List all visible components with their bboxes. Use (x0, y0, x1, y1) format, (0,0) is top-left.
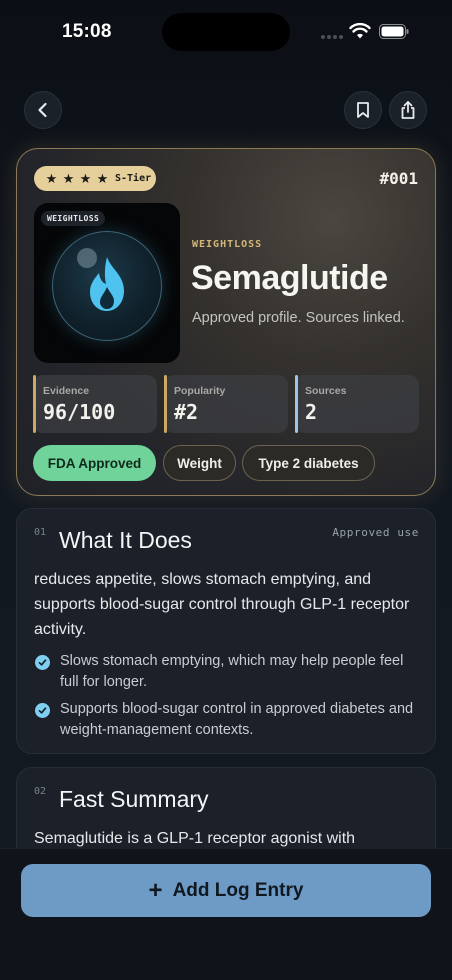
stat-value: #2 (174, 400, 199, 424)
section-title: Fast Summary (59, 786, 209, 812)
section-what-it-does: 01 What It Does Approved use reduces app… (16, 508, 436, 754)
stat-popularity: Popularity #2 (164, 375, 288, 433)
stat-value: 2 (305, 400, 318, 424)
tier-badge: ★ ★ ★ ★ S-Tier (34, 166, 156, 191)
check-icon (35, 655, 50, 670)
back-button[interactable] (24, 91, 62, 129)
flame-icon (90, 257, 124, 311)
bookmark-button[interactable] (344, 91, 382, 129)
section-tag: Approved use (332, 526, 419, 539)
share-icon (401, 101, 415, 119)
stat-label: Sources (305, 385, 347, 397)
list-item-text: Supports blood-sugar control in approved… (60, 701, 414, 738)
stat-label: Popularity (174, 385, 226, 397)
section-title: What It Does (59, 527, 192, 553)
stat-sources[interactable]: Sources 2 (295, 375, 419, 433)
weight-tag[interactable]: Weight (163, 445, 236, 481)
section-number: 02 (34, 786, 47, 797)
fda-approved-tag[interactable]: FDA Approved (33, 445, 156, 481)
type-2-diabetes-tag[interactable]: Type 2 diabetes (242, 445, 375, 481)
stat-accent-bar (295, 375, 298, 433)
list-item-text: Slows stomach emptying, which may help p… (60, 653, 404, 690)
stat-value: 96/100 (43, 400, 116, 424)
chevron-left-icon (38, 102, 47, 118)
drug-description: Approved profile. Sources linked. (192, 310, 405, 326)
status-time: 15:08 (62, 21, 112, 42)
drug-name: Semaglutide (191, 259, 388, 297)
section-body: reduces appetite, slows stomach emptying… (34, 571, 410, 638)
star-icon: ★ (96, 170, 109, 186)
star-icon: ★ (79, 170, 92, 186)
star-icon: ★ (45, 170, 58, 186)
drug-hero-card: ★ ★ ★ ★ S-Tier #001 WEIGHTLOSS WEIGHTLOS… (16, 148, 436, 496)
art-category-tag: WEIGHTLOSS (41, 211, 106, 226)
stat-accent-bar (33, 375, 36, 433)
cellular-signal-icon (321, 33, 343, 39)
rank-number: #001 (379, 169, 418, 188)
dynamic-island (162, 13, 290, 51)
bookmark-icon (357, 102, 369, 118)
stat-accent-bar (164, 375, 167, 433)
drug-category: WEIGHTLOSS (192, 239, 263, 250)
wifi-icon (349, 22, 371, 39)
share-button[interactable] (389, 91, 427, 129)
drug-artwork: WEIGHTLOSS (34, 203, 180, 363)
check-icon (35, 703, 50, 718)
battery-icon (379, 24, 409, 39)
stat-label: Evidence (43, 385, 90, 397)
section-number: 01 (34, 527, 47, 538)
star-icon: ★ (62, 170, 75, 186)
status-bar: 15:08 (0, 0, 452, 60)
stat-evidence: Evidence 96/100 (33, 375, 157, 433)
add-log-entry-button[interactable]: + Add Log Entry (21, 864, 431, 917)
plus-icon: + (148, 876, 163, 904)
add-log-entry-label: Add Log Entry (172, 879, 304, 901)
tier-label: S-Tier (115, 173, 152, 184)
